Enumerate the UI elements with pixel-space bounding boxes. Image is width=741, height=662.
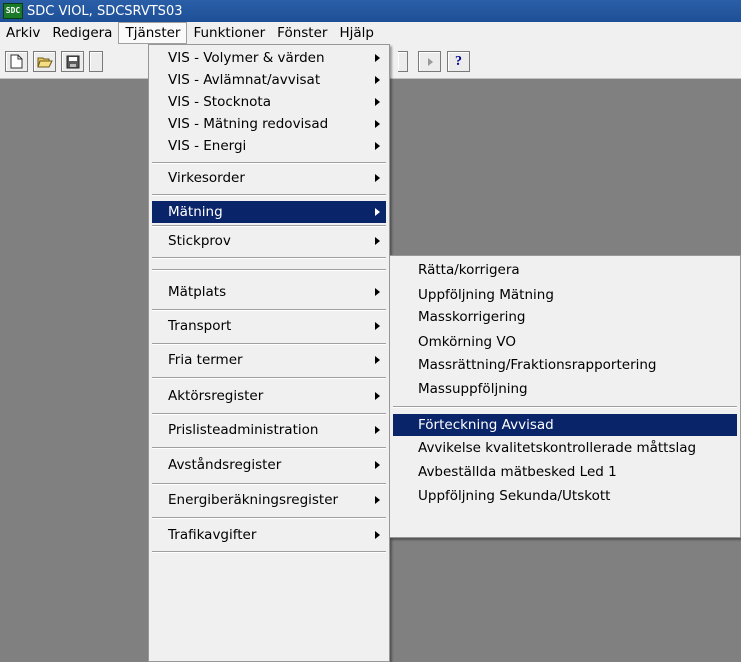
submenu-item-masskorrigering[interactable]: Masskorrigering: [393, 306, 737, 328]
menu-item-aktorsregister[interactable]: Aktörsregister: [152, 385, 386, 407]
new-document-button[interactable]: [5, 51, 28, 72]
toolbar-button-hidden[interactable]: [89, 51, 103, 72]
submenu-arrow-icon: [375, 392, 380, 400]
menu-separator: [152, 517, 386, 519]
submenu-arrow-icon: [375, 54, 380, 62]
submenu-arrow-icon: [375, 208, 380, 216]
play-button[interactable]: [418, 51, 441, 72]
submenu-arrow-icon: [375, 98, 380, 106]
menu-item-matning[interactable]: Mätning: [152, 201, 386, 223]
menu-bar: Arkiv Redigera Tjänster Funktioner Fönst…: [0, 22, 741, 44]
menu-separator: [152, 447, 386, 449]
submenu-arrow-icon: [375, 288, 380, 296]
new-document-icon: [10, 54, 23, 69]
help-question-icon: ?: [455, 53, 462, 69]
menu-item-prislisteadministration[interactable]: Prislisteadministration: [152, 419, 386, 441]
menu-separator: [152, 483, 386, 485]
submenu-item-omkorning-vo[interactable]: Omkörning VO: [393, 331, 737, 353]
menu-item-virkesorder[interactable]: Virkesorder: [152, 167, 386, 189]
play-arrow-icon: [427, 57, 433, 66]
submenu-arrow-icon: [375, 531, 380, 539]
menu-separator: [152, 225, 386, 227]
menu-item-fria-termer[interactable]: Fria termer: [152, 349, 386, 371]
tjanster-menu: VIS - Volymer & värden VIS - Avlämnat/av…: [148, 44, 390, 662]
menu-funktioner[interactable]: Funktioner: [187, 23, 271, 43]
menu-separator: [152, 257, 386, 259]
menu-separator: [152, 162, 386, 164]
submenu-item-avbestallda-matbesked[interactable]: Avbeställda mätbesked Led 1: [393, 461, 737, 483]
submenu-item-uppfoljning-matning[interactable]: Uppföljning Mätning: [393, 284, 737, 306]
menu-item-transport[interactable]: Transport: [152, 315, 386, 337]
menu-separator: [152, 343, 386, 345]
submenu-item-uppfoljning-sekunda[interactable]: Uppföljning Sekunda/Utskott: [393, 485, 737, 507]
menu-separator: [152, 551, 386, 553]
submenu-item-massrattning[interactable]: Massrättning/Fraktionsrapportering: [393, 354, 737, 376]
menu-item-stickprov[interactable]: Stickprov: [152, 230, 386, 252]
save-button[interactable]: [61, 51, 84, 72]
submenu-arrow-icon: [375, 76, 380, 84]
save-disk-icon: [66, 55, 79, 68]
window-title: SDC VIOL, SDCSRVTS03: [27, 3, 183, 19]
menu-separator: [152, 269, 386, 271]
menu-item-trafikavgifter[interactable]: Trafikavgifter: [152, 524, 386, 546]
menu-item-energiberakningsregister[interactable]: Energiberäkningsregister: [152, 489, 386, 511]
open-folder-icon: [36, 57, 53, 68]
menu-item-vis-avlamnat[interactable]: VIS - Avlämnat/avvisat: [152, 69, 386, 91]
menu-item-vis-energi[interactable]: VIS - Energi: [152, 135, 386, 157]
submenu-arrow-icon: [375, 120, 380, 128]
submenu-arrow-icon: [375, 322, 380, 330]
menu-separator: [393, 406, 737, 408]
submenu-arrow-icon: [375, 461, 380, 469]
menu-item-vis-volymer[interactable]: VIS - Volymer & värden: [152, 47, 386, 69]
submenu-arrow-icon: [375, 496, 380, 504]
menu-tjanster[interactable]: Tjänster: [118, 22, 188, 44]
open-folder-button[interactable]: [33, 51, 56, 72]
submenu-arrow-icon: [375, 356, 380, 364]
app-logo-icon: SDC: [3, 3, 23, 19]
menu-arkiv[interactable]: Arkiv: [0, 23, 46, 43]
submenu-arrow-icon: [375, 426, 380, 434]
submenu-item-avvikelse-kvalitet[interactable]: Avvikelse kvalitetskontrollerade måttsla…: [393, 437, 737, 459]
menu-separator: [152, 194, 386, 196]
menu-separator: [152, 413, 386, 415]
submenu-item-ratta-korrigera[interactable]: Rätta/korrigera: [393, 259, 737, 281]
matning-submenu: Rätta/korrigera Uppföljning Mätning Mass…: [389, 255, 741, 538]
submenu-item-forteckning-avvisad[interactable]: Förteckning Avvisad: [393, 414, 737, 436]
menu-item-matplats[interactable]: Mätplats: [152, 281, 386, 303]
submenu-item-massuppfoljning[interactable]: Massuppföljning: [393, 378, 737, 400]
menu-separator: [152, 377, 386, 379]
menu-separator: [152, 309, 386, 311]
menu-fonster[interactable]: Fönster: [271, 23, 333, 43]
title-bar: SDC SDC VIOL, SDCSRVTS03: [0, 0, 741, 22]
submenu-arrow-icon: [375, 174, 380, 182]
menu-item-avstandsregister[interactable]: Avståndsregister: [152, 454, 386, 476]
toolbar-button-partial[interactable]: [398, 51, 408, 72]
menu-hjalp[interactable]: Hjälp: [333, 23, 380, 43]
menu-item-vis-stocknota[interactable]: VIS - Stocknota: [152, 91, 386, 113]
help-button[interactable]: ?: [447, 51, 470, 72]
menu-redigera[interactable]: Redigera: [46, 23, 118, 43]
menu-item-vis-matning-redovisad[interactable]: VIS - Mätning redovisad: [152, 113, 386, 135]
submenu-arrow-icon: [375, 237, 380, 245]
submenu-arrow-icon: [375, 142, 380, 150]
